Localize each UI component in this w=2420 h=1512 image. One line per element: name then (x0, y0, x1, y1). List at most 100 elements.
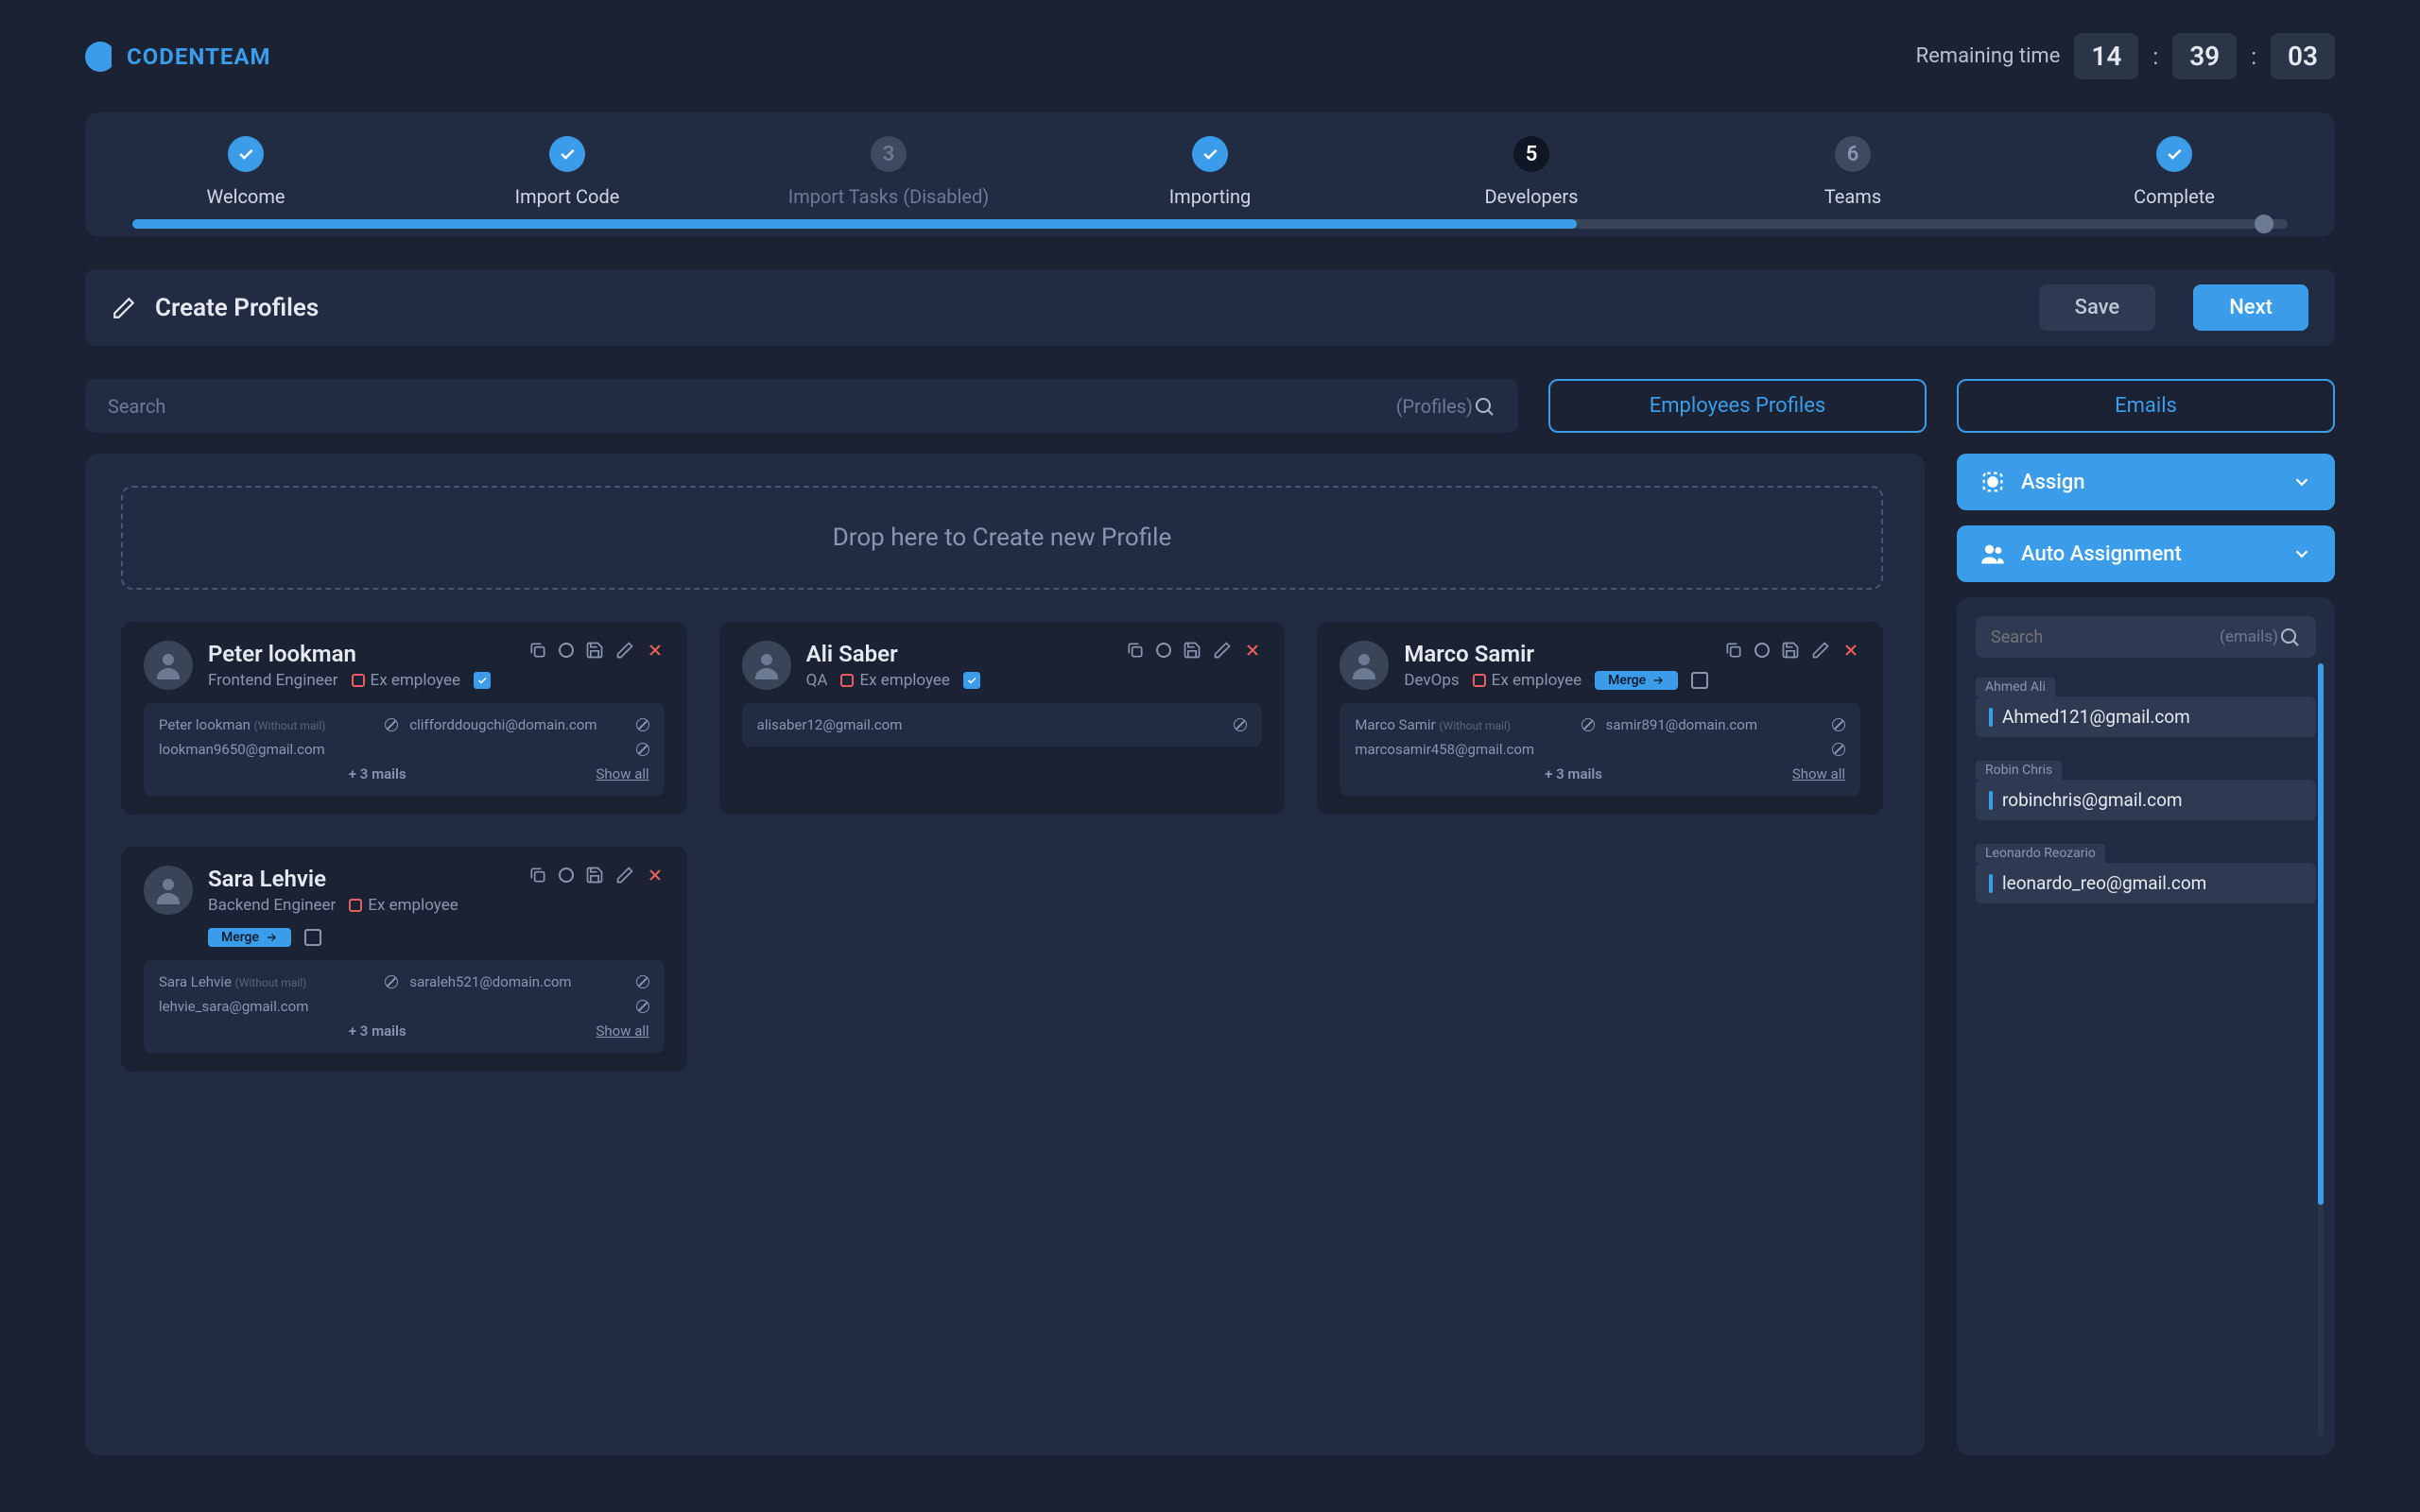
title-bar: Create Profiles Save Next (85, 269, 2335, 346)
drop-zone[interactable]: Drop here to Create new Profile (121, 486, 1883, 590)
forbid-icon[interactable] (1832, 743, 1845, 756)
merge-badge[interactable]: Merge (1595, 671, 1678, 690)
save-icon[interactable] (1183, 641, 1201, 660)
countdown-timer: Remaining time 14 : 39 : 03 (1916, 33, 2335, 79)
profile-checkbox[interactable] (474, 672, 491, 689)
search-icon[interactable] (1473, 395, 1495, 418)
step-circle: 3 (871, 136, 907, 172)
step-developers[interactable]: 5Developers (1371, 136, 1692, 208)
assign-button[interactable]: Assign (1957, 454, 2335, 510)
forbid-icon[interactable] (636, 975, 649, 988)
search-icon[interactable] (2278, 626, 2301, 648)
auto-assignment-button[interactable]: Auto Assignment (1957, 525, 2335, 582)
progress-fill (132, 219, 1577, 229)
tab-employees-profiles[interactable]: Employees Profiles (1548, 379, 1927, 433)
progress-track (132, 219, 2288, 229)
emails-list-box: (emails) Ahmed AliAhmed121@gmail.com Robi… (1957, 597, 2335, 1455)
show-all-link[interactable]: Show all (1792, 765, 1845, 782)
save-button[interactable]: Save (2039, 284, 2156, 331)
copy-icon[interactable] (1126, 641, 1145, 660)
header: CODENTEAM Remaining time 14 : 39 : 03 (85, 33, 2335, 79)
forbid-icon[interactable] (385, 718, 398, 731)
logo-icon (85, 42, 115, 72)
avatar (742, 641, 791, 690)
merge-badge[interactable]: Merge (208, 928, 291, 947)
step-complete[interactable]: Complete (2014, 136, 2335, 208)
email-address[interactable]: Ahmed121@gmail.com (1976, 696, 2316, 737)
forbid-icon[interactable] (636, 1000, 649, 1013)
ex-employee-tag: Ex employee (1473, 671, 1582, 690)
delete-icon[interactable] (1243, 641, 1262, 660)
step-teams[interactable]: 6Teams (1692, 136, 2014, 208)
profile-role: QA (806, 671, 828, 690)
delete-icon[interactable] (1841, 641, 1860, 660)
show-all-link[interactable]: Show all (596, 765, 648, 782)
save-icon[interactable] (585, 866, 604, 885)
email-name: Leonardo Reozario (1976, 844, 2105, 863)
save-icon[interactable] (1781, 641, 1800, 660)
scrollbar[interactable] (2318, 663, 2324, 1436)
radio-icon[interactable] (1156, 643, 1171, 658)
mail-entry: clifforddougchi@domain.com (409, 716, 624, 733)
profile-checkbox[interactable] (1691, 672, 1708, 689)
progress-knob[interactable] (2255, 215, 2273, 233)
chevron-down-icon (2291, 472, 2312, 492)
copy-icon[interactable] (528, 641, 547, 660)
radio-icon[interactable] (559, 643, 574, 658)
page-title: Create Profiles (155, 294, 2020, 322)
profiles-search[interactable]: (Profiles) (85, 379, 1518, 433)
forbid-icon[interactable] (636, 743, 649, 756)
forbid-icon[interactable] (385, 975, 398, 988)
profile-checkbox[interactable] (304, 929, 321, 946)
mail-entry: lehvie_sara@gmail.com (159, 998, 625, 1015)
radio-icon[interactable] (1754, 643, 1770, 658)
copy-icon[interactable] (528, 866, 547, 885)
assign-icon (1979, 469, 2006, 495)
step-welcome[interactable]: Welcome (85, 136, 406, 208)
email-item[interactable]: Leonardo Reozarioleonardo_reo@gmail.com (1976, 843, 2316, 903)
more-mails: + 3 mails (1355, 765, 1792, 782)
mail-entry: lookman9650@gmail.com (159, 741, 625, 758)
save-icon[interactable] (585, 641, 604, 660)
email-item[interactable]: Robin Chrisrobinchris@gmail.com (1976, 760, 2316, 820)
forbid-icon[interactable] (636, 718, 649, 731)
profile-card: Marco SamirDevOpsEx employeeMerge Marco … (1317, 622, 1883, 815)
logo: CODENTEAM (85, 42, 270, 72)
edit-icon[interactable] (1811, 641, 1830, 660)
profile-name: Peter lookman (208, 641, 513, 667)
show-all-link[interactable]: Show all (596, 1022, 648, 1040)
edit-icon[interactable] (1213, 641, 1232, 660)
step-import-tasks-disabled-[interactable]: 3Import Tasks (Disabled) (728, 136, 1049, 208)
card-body: alisaber12@gmail.com (742, 703, 1263, 747)
ex-employee-tag: Ex employee (352, 671, 460, 690)
email-address[interactable]: robinchris@gmail.com (1976, 780, 2316, 820)
profile-role: Backend Engineer (208, 896, 336, 915)
emails-sidebar: Assign Auto Assignment (emails) Ahmed Al… (1957, 454, 2335, 1455)
step-import-code[interactable]: Import Code (406, 136, 728, 208)
emails-search[interactable]: (emails) (1976, 616, 2316, 658)
delete-icon[interactable] (646, 641, 665, 660)
timer-label: Remaining time (1916, 44, 2061, 68)
email-item[interactable]: Ahmed AliAhmed121@gmail.com (1976, 677, 2316, 737)
ex-employee-tag: Ex employee (840, 671, 949, 690)
forbid-icon[interactable] (1582, 718, 1595, 731)
tab-emails[interactable]: Emails (1957, 379, 2335, 433)
forbid-icon[interactable] (1234, 718, 1247, 731)
step-importing[interactable]: Importing (1049, 136, 1371, 208)
forbid-icon[interactable] (1832, 718, 1845, 731)
profile-name: Sara Lehvie (208, 866, 513, 892)
mail-entry: Marco Samir (Without mail) (1355, 716, 1569, 733)
delete-icon[interactable] (646, 866, 665, 885)
step-label: Import Code (515, 185, 620, 208)
radio-icon[interactable] (559, 868, 574, 883)
profile-card: Peter lookmanFrontend EngineerEx employe… (121, 622, 687, 815)
profile-checkbox[interactable] (963, 672, 980, 689)
email-address[interactable]: leonardo_reo@gmail.com (1976, 863, 2316, 903)
edit-icon[interactable] (615, 641, 634, 660)
mail-entry: Sara Lehvie (Without mail) (159, 973, 373, 990)
next-button[interactable]: Next (2193, 284, 2308, 331)
profile-name: Marco Samir (1404, 641, 1709, 667)
more-mails: + 3 mails (159, 765, 596, 782)
copy-icon[interactable] (1724, 641, 1743, 660)
edit-icon[interactable] (615, 866, 634, 885)
